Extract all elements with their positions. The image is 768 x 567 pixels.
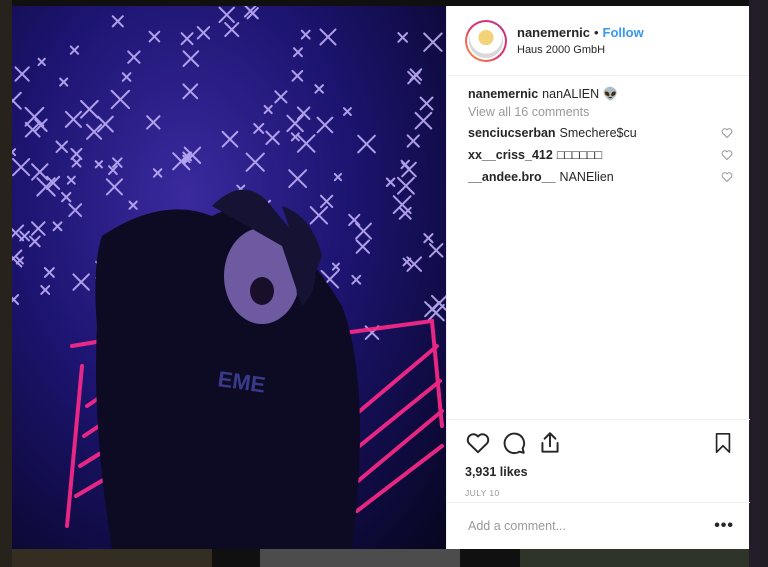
heart-icon[interactable] — [465, 430, 491, 456]
avatar[interactable] — [465, 19, 507, 62]
comment-username[interactable]: xx__criss_412 — [468, 148, 553, 162]
comment-item: senciucserban Smechere$cu — [468, 125, 733, 141]
caption-text: nanALIEN 👽 — [542, 87, 619, 101]
post-modal: EME nanemernic • Follow Haus 2000 GmbH n… — [12, 6, 750, 549]
heart-icon[interactable] — [721, 171, 733, 183]
comment-text: NANElien — [559, 170, 614, 184]
comment-item: xx__criss_412 □□□□□□ — [468, 147, 733, 163]
avatar-image — [469, 23, 503, 58]
comment-item: __andee.bro__ NANElien — [468, 169, 733, 185]
comment-text: Smechere$cu — [559, 126, 637, 140]
post-caption: nanemernic nanALIEN 👽 — [468, 86, 733, 102]
bookmark-icon[interactable] — [712, 430, 734, 456]
comments-section: nanemernic nanALIEN 👽 View all 16 comment… — [447, 76, 749, 185]
post-date: July 10 — [465, 488, 500, 498]
likes-count[interactable]: 3,931 likes — [465, 465, 734, 479]
comment-icon[interactable] — [501, 430, 527, 456]
post-photo: EME — [12, 6, 446, 549]
heart-icon[interactable] — [721, 127, 733, 139]
post-details-panel: nanemernic • Follow Haus 2000 GmbH nanem… — [446, 6, 750, 549]
username-link[interactable]: nanemernic — [517, 25, 590, 40]
post-actions: 3,931 likes July 10 — [447, 419, 750, 498]
comment-text: □□□□□□ — [556, 148, 603, 162]
location-link[interactable]: Haus 2000 GmbH — [517, 44, 644, 56]
follow-button[interactable]: Follow — [603, 25, 644, 40]
post-photo-illustration: EME — [12, 6, 446, 549]
separator-dot: • — [593, 25, 599, 40]
comment-input[interactable] — [468, 519, 715, 533]
heart-icon[interactable] — [721, 149, 733, 161]
caption-username[interactable]: nanemernic — [468, 87, 538, 101]
more-options-button[interactable]: ••• — [714, 517, 734, 535]
share-icon[interactable] — [537, 430, 563, 456]
add-comment-bar: ••• — [447, 502, 750, 549]
view-all-comments-link[interactable]: View all 16 comments — [468, 105, 733, 119]
post-header: nanemernic • Follow Haus 2000 GmbH — [447, 6, 749, 76]
comment-username[interactable]: senciucserban — [468, 126, 556, 140]
comment-username[interactable]: __andee.bro__ — [468, 170, 556, 184]
